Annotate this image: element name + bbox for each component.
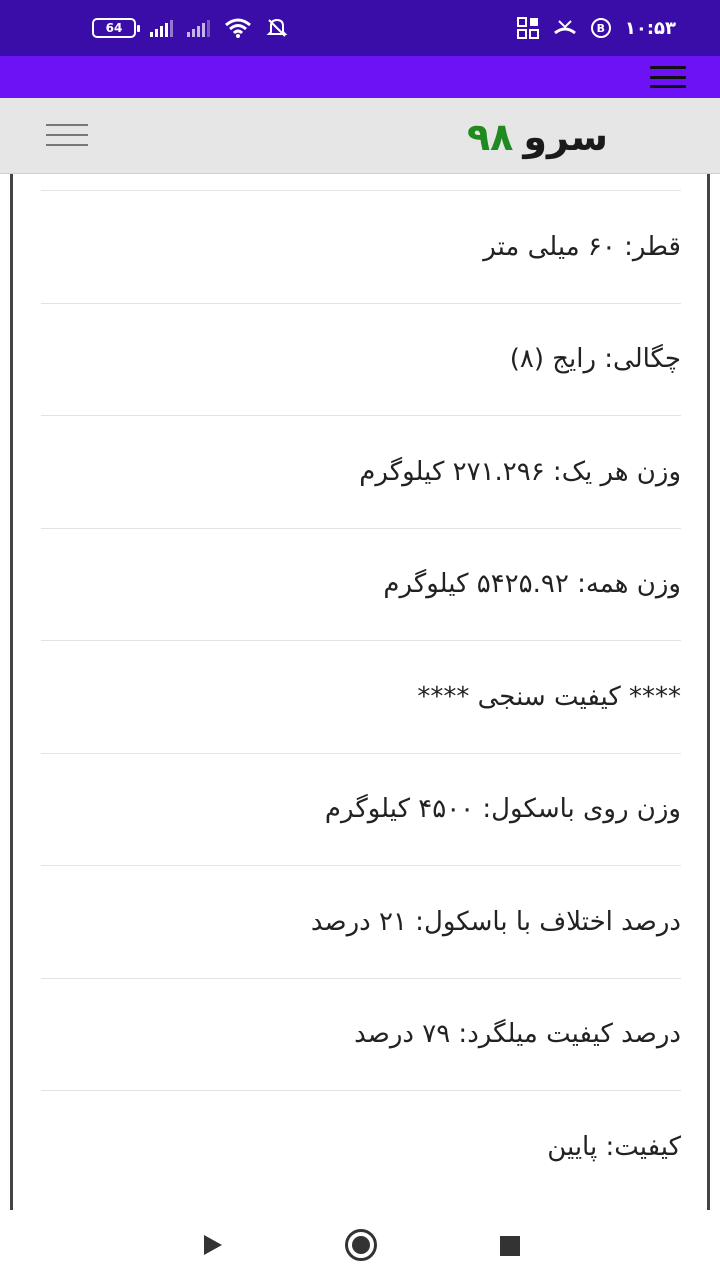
list-item-text: وزن هر یک: ۲۷۱.۲۹۶ کیلوگرم	[359, 456, 681, 487]
logo-word: سرو	[523, 115, 608, 159]
site-header: سرو ۹۸	[0, 98, 720, 174]
home-icon[interactable]	[345, 1229, 377, 1261]
list-item-text: قطر: ۶۰ میلی متر	[483, 231, 681, 262]
list-item-diameter: قطر: ۶۰ میلی متر	[41, 190, 681, 303]
app-menu-icon[interactable]	[650, 66, 686, 88]
list-item-scale-weight: وزن روی باسکول: ۴۵۰۰ کیلوگرم	[41, 752, 681, 866]
list-item-scale-difference: درصد اختلاف با باسکول: ۲۱ درصد	[41, 865, 681, 978]
status-left-icons: 64	[92, 0, 288, 56]
status-right-icons: B ۱۰:۵۳	[516, 0, 676, 56]
bell-muted-icon	[266, 18, 288, 37]
status-bar: 64 B ۱۰:۵۳	[0, 0, 720, 56]
recent-apps-icon[interactable]	[500, 1236, 520, 1256]
list-item-quality: کیفیت: پایین	[41, 1090, 681, 1203]
battery-level: 64	[105, 21, 123, 35]
hamburger-menu-icon[interactable]	[46, 124, 88, 146]
list-item-quality-percent: درصد کیفیت میلگرد: ۷۹ درصد	[41, 977, 681, 1091]
battery-icon: 64	[92, 18, 140, 38]
back-icon[interactable]	[204, 1235, 222, 1255]
grid-icon	[516, 17, 539, 39]
list-item-text: چگالی: رایج (۸)	[509, 344, 681, 375]
list-item-text: درصد کیفیت میلگرد: ۷۹ درصد	[354, 1019, 681, 1050]
list-item-text: درصد اختلاف با باسکول: ۲۱ درصد	[310, 906, 681, 937]
list-item-text: وزن روی باسکول: ۴۵۰۰ کیلوگرم	[324, 794, 681, 825]
list-item-quality-heading: **** کیفیت سنجی ****	[41, 640, 681, 753]
list-item-unit-weight: وزن هر یک: ۲۷۱.۲۹۶ کیلوگرم	[41, 415, 681, 528]
list-item-density: چگالی: رایج (۸)	[41, 302, 681, 416]
site-logo[interactable]: سرو ۹۸	[467, 112, 608, 162]
signal-icon	[150, 19, 173, 37]
app-bar	[0, 56, 720, 98]
status-time: ۱۰:۵۳	[624, 17, 676, 39]
logo-number: ۹۸	[466, 115, 514, 159]
bluetooth-badge-label: B	[596, 21, 606, 35]
missed-call-icon	[553, 20, 576, 35]
result-panel: قطر: ۶۰ میلی متر چگالی: رایج (۸) وزن هر …	[10, 174, 710, 1210]
wifi-icon	[225, 18, 251, 38]
bluetooth-badge-icon: B	[590, 18, 611, 38]
result-list: قطر: ۶۰ میلی متر چگالی: رایج (۸) وزن هر …	[41, 190, 681, 1203]
list-item-text: کیفیت: پایین	[547, 1131, 681, 1162]
list-item-text: **** کیفیت سنجی ****	[417, 681, 681, 712]
list-item-text: وزن همه: ۵۴۲۵.۹۲ کیلوگرم	[383, 569, 681, 600]
navigation-bar	[0, 1210, 720, 1280]
signal-icon-2	[187, 19, 210, 37]
list-item-total-weight: وزن همه: ۵۴۲۵.۹۲ کیلوگرم	[41, 527, 681, 641]
